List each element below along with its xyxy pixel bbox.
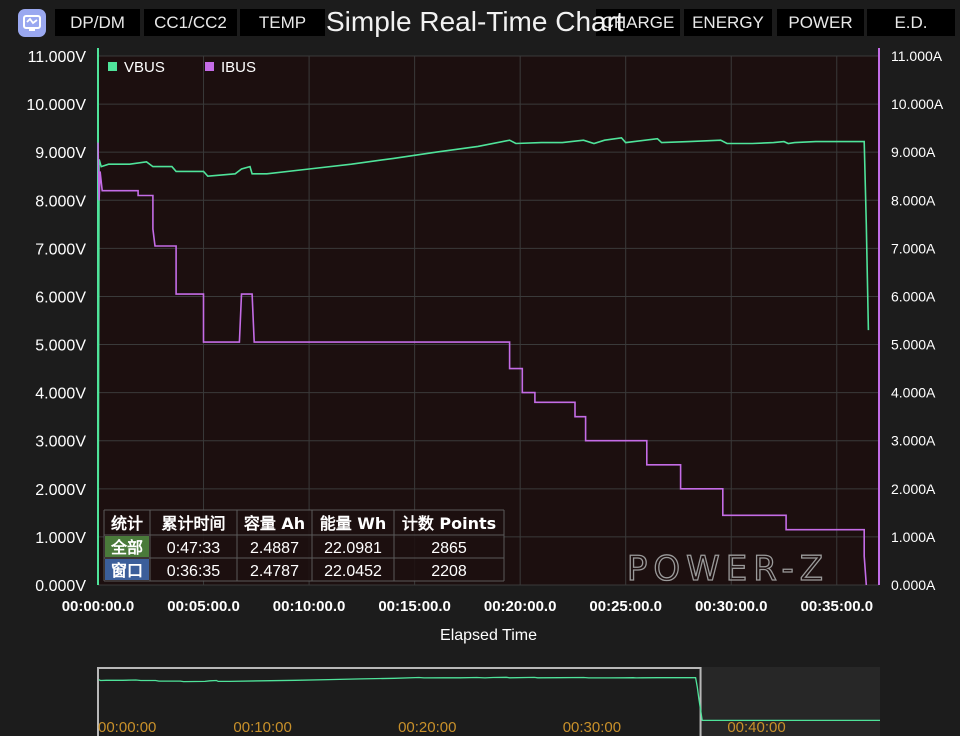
table-cell: 22.0981: [324, 540, 382, 557]
legend-label-vbus[interactable]: VBUS: [124, 59, 165, 76]
table-cell: 0:47:33: [167, 540, 220, 557]
navigator-tick-label: 00:30:00: [563, 719, 621, 736]
y-left-tick-label: 9.000V: [35, 145, 86, 162]
y-left-tick-label: 1.000V: [35, 530, 86, 547]
table-row-label: 窗口: [111, 561, 143, 580]
x-tick-label: 00:05:00.0: [167, 598, 240, 615]
y-left-tick-label: 0.000V: [35, 578, 86, 595]
y-left-tick-label: 4.000V: [35, 386, 86, 403]
table-cell: 2208: [431, 563, 467, 580]
table-cell: 0:36:35: [167, 563, 220, 580]
x-tick-label: 00:20:00.0: [484, 598, 557, 615]
table-row-label: 全部: [110, 538, 143, 557]
table-header: 容量 Ah: [243, 514, 305, 533]
table-cell: 22.0452: [324, 563, 382, 580]
x-tick-label: 00:25:00.0: [589, 598, 662, 615]
table-header: 能量 Wh: [320, 514, 387, 533]
legend-label-ibus[interactable]: IBUS: [221, 59, 256, 76]
chart-canvas[interactable]: 0.000V 1.000V 2.000V 3.000V 4.000V 5.000V 6.00…: [0, 0, 960, 736]
navigator-tick-label: 00:00:00: [98, 719, 156, 736]
y-right-tick-label: 0.000A: [891, 577, 936, 593]
y-left-tick-label: 11.000V: [28, 49, 87, 66]
table-header: 计数 Points: [402, 514, 496, 533]
y-right-tick-label: 3.000A: [891, 433, 936, 449]
plot-area[interactable]: [98, 56, 879, 585]
watermark-logo: POWER-Z: [627, 549, 829, 589]
x-tick-label: 00:35:00.0: [801, 598, 874, 615]
x-tick-label: 00:00:00.0: [62, 598, 135, 615]
x-axis-label: Elapsed Time: [440, 627, 537, 644]
y-left-tick-label: 3.000V: [35, 434, 86, 451]
table-header: 统计: [111, 514, 143, 533]
y-left-tick-label: 5.000V: [35, 338, 86, 355]
y-left-tick-label: 7.000V: [35, 241, 86, 258]
table-cell: 2.4787: [250, 563, 299, 580]
y-left-tick-label: 6.000V: [35, 289, 86, 306]
y-right-tick-label: 11.000A: [891, 48, 943, 64]
y-right-tick-label: 7.000A: [891, 240, 936, 256]
y-left-tick-label: 10.000V: [26, 97, 86, 114]
y-right-tick-label: 10.000A: [891, 96, 944, 112]
y-right-tick-label: 9.000A: [891, 144, 936, 160]
x-tick-label: 00:30:00.0: [695, 598, 768, 615]
y-right-tick-label: 6.000A: [891, 288, 936, 304]
y-right-tick-label: 1.000A: [891, 529, 936, 545]
table-cell: 2.4887: [250, 540, 299, 557]
y-right-tick-label: 5.000A: [891, 337, 936, 353]
y-right-tick-label: 2.000A: [891, 481, 936, 497]
y-right-tick-label: 4.000A: [891, 385, 936, 401]
table-cell: 2865: [431, 540, 467, 557]
table-header: 累计时间: [161, 514, 225, 533]
legend-swatch-ibus: [205, 62, 214, 71]
legend-swatch-vbus: [108, 62, 117, 71]
x-tick-label: 00:10:00.0: [273, 598, 346, 615]
y-right-tick-label: 8.000A: [891, 192, 936, 208]
y-left-tick-label: 8.000V: [35, 193, 86, 210]
x-tick-label: 00:15:00.0: [378, 598, 451, 615]
navigator-tick-label: 00:20:00: [398, 719, 456, 736]
navigator-tick-label: 00:10:00: [233, 719, 291, 736]
y-left-tick-label: 2.000V: [35, 482, 86, 499]
navigator-tick-label: 00:40:00: [727, 719, 785, 736]
